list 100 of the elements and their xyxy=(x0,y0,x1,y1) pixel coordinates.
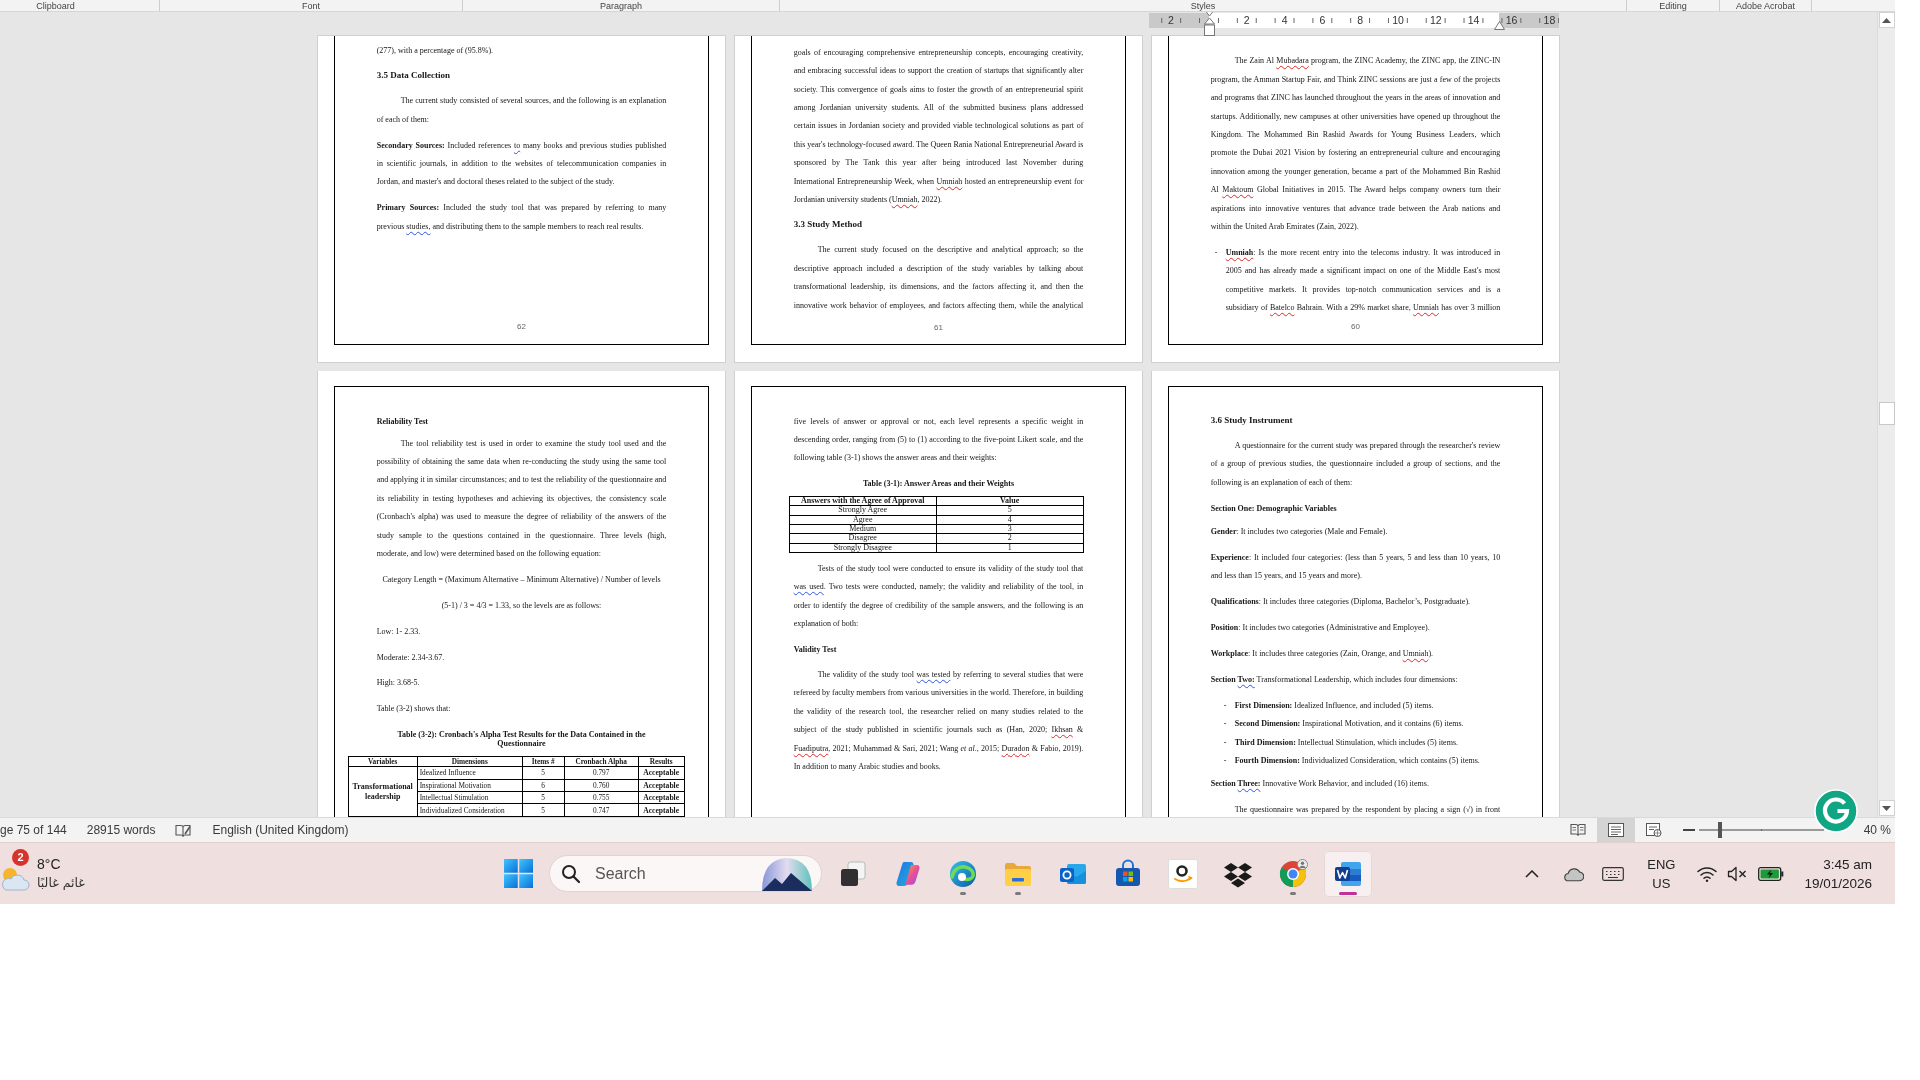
g-circle-icon[interactable] xyxy=(1814,789,1858,833)
ribbon-group-label: Adobe Acrobat xyxy=(1735,0,1795,11)
body-paragraph: The tool reliability test is used in order to examine the study tool used and the possibility of obtaining the same data when re-conducting the study using the same tool and applying it in similar circumstances; and to test the reliability of the questionnaire and its reliability in testing hypotheses and achieving its objectives, the consistency scale (Cronbach's alpha) was used to measure the degree of reliability of the answers of the study sample to the questions contained in the questionnaire. Three levels (high, moderate, and low) were determined based on the following equation: xyxy=(376,437,667,560)
bullet-marker: - xyxy=(1223,699,1228,712)
slider-thumb[interactable] xyxy=(1717,822,1722,838)
scroll-up-button[interactable] xyxy=(1878,12,1895,28)
table-cell: 3 xyxy=(936,524,1084,534)
four-squares-icon xyxy=(503,859,533,888)
input-language-button[interactable]: ENG US xyxy=(1647,854,1676,893)
table-cell: Agree xyxy=(789,515,937,525)
bullet-text: Second Dimension: Inspirational Motivation, and it contains (6) items. xyxy=(1234,718,1464,731)
wifi-icon[interactable] xyxy=(1697,865,1718,882)
bullet-text: Third Dimension: Intellectual Stimulation, which includes (5) items. xyxy=(1234,736,1458,749)
bullet-marker: - xyxy=(1214,246,1219,259)
table-cell: Medium xyxy=(789,524,937,534)
overlapping-squares-icon[interactable] xyxy=(838,858,868,889)
body-paragraph: The current study focused on the descriptive and analytical approach; so the descriptive approach included a description of the study variables by talking about transformational leadership, its dimensions, and the factors affecting it, and then the innovative work behavior of employees, and factors affecting them, while the analytical xyxy=(793,244,1084,312)
scroll-down-button[interactable] xyxy=(1878,800,1895,816)
word-count[interactable]: 28915 words xyxy=(86,823,156,837)
table-cell: 1 xyxy=(936,543,1084,553)
page-globe-icon xyxy=(1645,823,1662,837)
bullet-text: First Dimension: Idealized Influence, and included (5) items. xyxy=(1234,699,1434,712)
centered-paragraph: (5-1) / 3 = 4/3 = 1.33, so the levels are as follows: xyxy=(441,599,602,612)
print-layout-button[interactable] xyxy=(1596,818,1635,842)
search-field[interactable]: Search xyxy=(595,864,755,883)
body-paragraph: Qualifications: It includes three categories (Diploma, Bachelor’s, Postgraduate). xyxy=(1210,596,1471,609)
ruler-number: 6 xyxy=(1319,14,1326,26)
chevron-up-icon[interactable] xyxy=(1525,869,1540,878)
ruler-number: 10 xyxy=(1392,14,1404,26)
muted-speaker-icon[interactable] xyxy=(1727,865,1748,882)
body-paragraph: The Zain Al Mubadara program, the ZINC Academy, the ZINC app, the ZINC-IN program, the Amman Startup Fair, and Think ZINC sessions are just a few of the projects and programs that ZINC has launched throughout the years in the areas of innovation and startups. Additionally, new campuses at other universities have opened up throughout the Kingdom. The Mohammed Bin Rashid Awards for Young Business Leaders, which promote the Dubai 2021 Vision by fostering an entrepreneurial culture and encouraging innovation among the younger generation, became a part of the Mohammed Bin Rashid Al Maktoum Global Initiatives in 2015. The Award helps company owners turn their aspirations into innovative ventures that advance trade between the Arab nations and within the United Arab Emirates (Zain, 2022). xyxy=(1210,55,1501,233)
subsection-heading: Section One: Demographic Variables xyxy=(1210,502,1337,515)
body-paragraph: Section Two: Transformational Leadership, which includes four dimensions: xyxy=(1210,674,1458,687)
bullet-marker: - xyxy=(1223,755,1228,768)
minus-icon[interactable] xyxy=(1682,829,1695,831)
weather-condition[interactable]: غائم غالبًا xyxy=(37,873,85,892)
tricolor-circle-icon[interactable] xyxy=(1278,858,1308,889)
body-paragraph: Moderate: 2.34-3.67. xyxy=(376,651,445,664)
mountain-landscape-icon[interactable] xyxy=(761,856,813,891)
ruler-number: 18 xyxy=(1543,14,1556,26)
swirl-circle-icon[interactable] xyxy=(948,858,978,889)
table-cell: Strongly Agree xyxy=(789,505,937,516)
table-caption: Table (3-2): Cronbach's Alpha Test Results for the Data Contained in the Questionnaire xyxy=(396,729,647,749)
table-header-cell: Value xyxy=(936,496,1084,506)
body-paragraph: Table (3-2) shows that: xyxy=(376,703,451,716)
page-number: 60 xyxy=(1351,322,1360,332)
bullet-marker: - xyxy=(1223,718,1228,731)
body-paragraph: five levels of answer or approval or not, each level represents a specific weight in descending order, ranging from (5) to (1) according to the five-point Likert scale, and the following table (3-1) shows the answer areas and their weights: xyxy=(793,415,1084,465)
page-lines-icon xyxy=(1607,823,1624,837)
ribbon-group-label: Clipboard xyxy=(36,0,75,11)
body-paragraph: Tests of the study tool were conducted to ensure its validity of the study tool that was used. Two tests were conducted, namely; the validity and reliability of the tool, in order to identify the degree of credibility of the sample answers, and the following is an explanation of both: xyxy=(793,562,1084,631)
ruler-number: 16 xyxy=(1505,14,1518,26)
language-label[interactable]: English (United Kingdom) xyxy=(212,823,349,837)
table-cell: Transformational leadership xyxy=(348,766,418,817)
zoom-level[interactable]: 40 % xyxy=(1863,823,1891,837)
active-app-tile[interactable] xyxy=(1324,850,1372,897)
table-cell: Strongly Disagree xyxy=(789,543,937,553)
body-paragraph: The current study consisted of several sources, and the following is an explanation of each of them: xyxy=(376,95,667,126)
bullet-marker: - xyxy=(1223,736,1228,749)
indent-marker-icon[interactable] xyxy=(1203,12,1215,36)
table-cell: 5 xyxy=(936,505,1084,516)
search-icon[interactable] xyxy=(561,863,581,884)
section-heading: 3.5 Data Collection xyxy=(376,68,450,81)
shopping-bag-icon[interactable] xyxy=(1113,858,1143,889)
battery-charging-icon[interactable] xyxy=(1758,866,1785,881)
ruler-number: 2 xyxy=(1243,14,1250,26)
bullet-text: Umniah: Is the more recent entry into the telecoms industry. It was introduced in 2005 and has already made a significant impact on one of the Middle East's most competitive markets. It provides top-notch communication services and is a subsidiary of Batelco Bahrain. With a 29% market share, Umniah has over 3 million xyxy=(1225,246,1501,315)
subsection-heading: Reliability Test xyxy=(376,415,429,428)
ruler-number: 8 xyxy=(1357,14,1364,26)
ruler-number: 2 xyxy=(1168,14,1174,26)
cloud-icon[interactable] xyxy=(1561,865,1585,882)
body-paragraph: Primary Sources: Included the study tool that was prepared by referring to many previous studies, and distributing them to the sample members to reach real results. xyxy=(376,202,667,233)
body-paragraph: goals of encouraging comprehensive entrepreneurship concepts, encouraging creativity, and embracing successful ideas to support the creation of startups that significantly alter society. This convergence of goals aims to foster the growth of an entrepreneurial spirit among Jordanian university students. All of the submitted business plans addressed certain issues in Jordanian society and provided viable technological solutions as part of this year's technology-focused award. The Queen Rania National Entrepreneurial Award is sponsored by The Tank this year after being introduced last November during International Entrepreneurship Week, when Umniah hosted an entrepreneurship event for Jordanian university students (Umniah, 2022). xyxy=(793,46,1084,207)
body-paragraph: (277), with a percentage of (95.8%). xyxy=(376,44,494,57)
body-paragraph: A questionnaire for the current study was prepared through the researcher's review of a group of previous studies, the questionnaire included a group of sections, and the following is an explanation of each of them: xyxy=(1210,440,1501,489)
body-paragraph: High: 3.68-5. xyxy=(376,677,420,690)
bullet-text: Fourth Dimension: Individualized Consideration, which contains (5) items. xyxy=(1234,755,1480,768)
temperature-label[interactable]: 8°C xyxy=(37,855,61,873)
body-paragraph: Low: 1- 2.33. xyxy=(376,625,421,638)
right-indent-marker-icon[interactable] xyxy=(1493,21,1505,30)
body-paragraph: Section Three: Innovative Work Behavior, and included (16) items. xyxy=(1210,777,1429,790)
ruler-number: 12 xyxy=(1429,14,1442,26)
scroll-thumb[interactable] xyxy=(1878,402,1895,425)
body-paragraph: Gender: It includes two categories (Male and Female). xyxy=(1210,526,1388,539)
vertical-scrollbar[interactable] xyxy=(1877,12,1895,817)
clock-button[interactable]: 3:45 am 19/01/2026 xyxy=(1804,854,1872,893)
notification-badge: 2 xyxy=(12,849,29,866)
page-count[interactable]: ge 75 of 144 xyxy=(0,823,67,837)
table-header-cell: Answers with the Agree of Approval xyxy=(789,496,937,506)
search-bar[interactable]: Search xyxy=(549,855,822,892)
body-paragraph: The validity of the study tool was tested by referring to several studies that were refereed by faculty members from various universities in the world. Therefore, in building the validity of the research tool, the researcher relied on many studies related to the subject of the study published in scientific journals such as (Han, 2020; Ikhsan & Fuadiputra, 2021; Muhammad & Sari, 2021; Wang et al., 2015; Duradon & Fabio, 2019). In addition to many Arabic studies and books. xyxy=(793,669,1084,774)
ruler-number: 14 xyxy=(1467,14,1480,26)
ribbon-group-label: Font xyxy=(302,0,320,11)
keyboard-icon[interactable] xyxy=(1602,866,1625,881)
table-cell: Disagree xyxy=(789,533,937,544)
up-triangle-icon xyxy=(1882,17,1891,23)
body-paragraph: Experience: It included four categories: (less than 5 years, 5 and less than 10 years, 10 and less than 15 years, and 15 years and more). xyxy=(1210,552,1501,583)
open-book-icon xyxy=(1569,823,1586,837)
body-paragraph: Position: It includes two categories (Administrative and Employee). xyxy=(1210,622,1430,635)
book-pencil-icon[interactable] xyxy=(175,822,193,838)
